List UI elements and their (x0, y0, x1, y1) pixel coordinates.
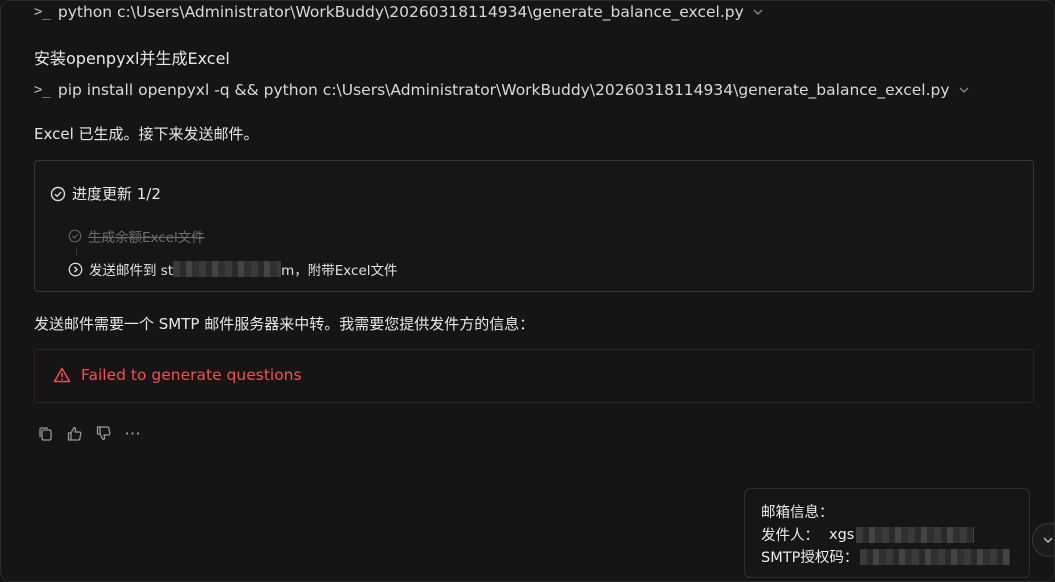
mail-info-title: 邮箱信息： (761, 505, 834, 521)
error-text: Failed to generate questions (81, 366, 302, 384)
sender-label: 发件人： (761, 528, 819, 544)
task-label-suffix: m，附带Excel文件 (281, 263, 398, 279)
error-banner: Failed to generate questions (34, 349, 1034, 403)
sender-line: 发件人： xgs (761, 524, 975, 545)
install-heading: 安装openpyxl并生成Excel (34, 49, 230, 68)
scroll-down-button[interactable] (1032, 523, 1054, 557)
check-circle-icon (68, 229, 82, 243)
task-label: 生成余额Excel文件 (88, 230, 205, 246)
thumbs-up-icon[interactable] (65, 424, 83, 442)
progress-header: 进度更新 1/2 (50, 183, 161, 204)
sender-value: xgs (829, 526, 855, 543)
redacted-sender (856, 526, 975, 543)
copy-icon[interactable] (36, 424, 54, 442)
more-icon[interactable] (123, 424, 141, 442)
chevron-down-icon[interactable] (752, 6, 764, 18)
chevron-down-icon (1043, 537, 1053, 543)
smtp-label: SMTP授权码： (761, 550, 859, 566)
redacted-smtp-code (860, 548, 1011, 565)
chat-panel: >_ python c:\Users\Administrator\WorkBud… (0, 0, 1055, 582)
task-connector (76, 247, 77, 255)
arrow-circle-icon (68, 262, 83, 276)
warning-icon (53, 367, 71, 383)
message-actions (36, 424, 141, 442)
task-label-prefix: 发送邮件到 st (89, 263, 174, 279)
command-line-2[interactable]: >_ pip install openpyxl -q && python c:\… (34, 81, 970, 99)
thumbs-down-icon[interactable] (94, 424, 112, 442)
terminal-prompt-icon: >_ (34, 82, 51, 98)
command-text: python c:\Users\Administrator\WorkBuddy\… (57, 3, 744, 21)
terminal-prompt-icon: >_ (34, 4, 51, 20)
task-item-current: 发送邮件到 st m，附带Excel文件 (68, 259, 398, 279)
mail-info-message: 邮箱信息： 发件人： xgs SMTP授权码： (744, 488, 1030, 578)
command-line-1[interactable]: >_ python c:\Users\Administrator\WorkBud… (34, 3, 764, 21)
progress-card: 进度更新 1/2 生成余额Excel文件 发送邮件到 st m，附带Excel文… (34, 160, 1034, 292)
redacted-email (173, 261, 282, 277)
command-text: pip install openpyxl -q && python c:\Use… (57, 81, 950, 99)
excel-done-message: Excel 已生成。接下来发送邮件。 (34, 125, 259, 143)
progress-title: 进度更新 1/2 (72, 185, 161, 203)
check-circle-icon (50, 186, 66, 201)
smtp-line: SMTP授权码： (761, 546, 1011, 567)
chevron-down-icon[interactable] (958, 84, 970, 96)
smtp-note: 发送邮件需要一个 SMTP 邮件服务器来中转。我需要您提供发件方的信息： (34, 315, 535, 333)
task-item-done: 生成余额Excel文件 (68, 226, 205, 246)
